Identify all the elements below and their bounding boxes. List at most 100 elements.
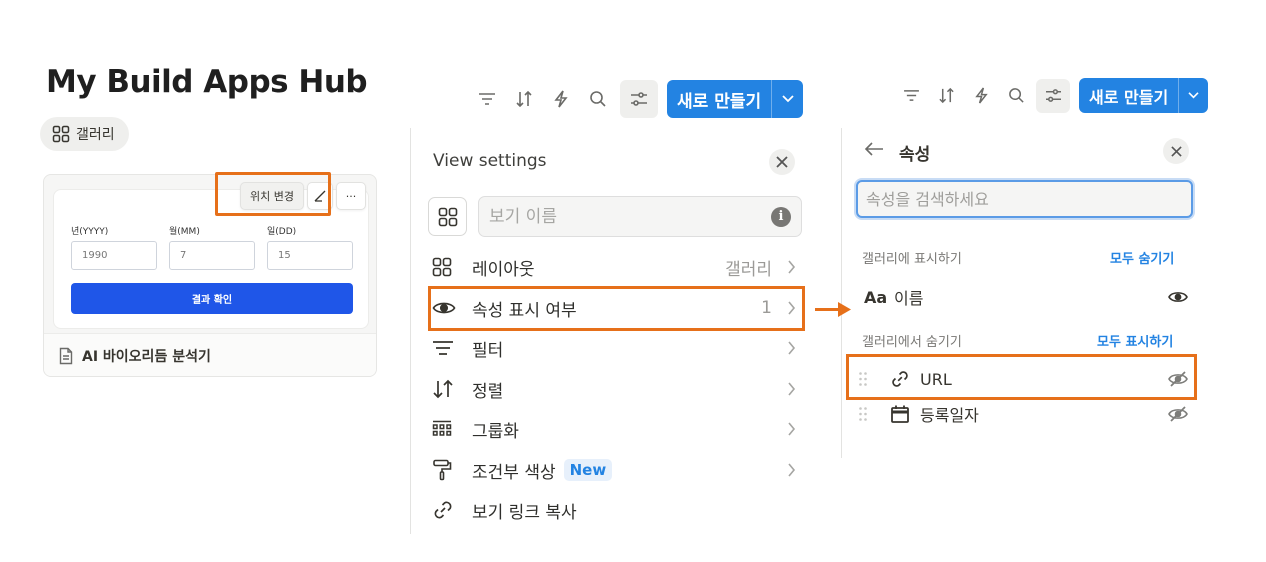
new-dropdown-button[interactable] [1178,78,1208,113]
menu-item-label: 레이아웃 [472,259,535,280]
close-icon [776,156,788,168]
menu-item-conditional-color[interactable]: 조건부 색상 New [432,452,798,488]
view-settings-title: View settings [433,151,547,171]
hidden-section-label: 갤러리에서 숨기기 [862,335,962,350]
search-icon [589,90,607,108]
automation-button[interactable] [546,84,576,114]
view-tab-label: 갤러리 [76,127,115,143]
property-search-input[interactable] [866,189,1183,209]
view-name-field[interactable]: i [478,196,802,237]
filter-icon [432,340,462,356]
new-badge: New [563,459,613,481]
menu-item-filter[interactable]: 필터 [432,330,798,366]
menu-item-label-wrap: 조건부 색상 New [472,458,784,483]
settings-sliders-icon [630,91,648,107]
gallery-grid-icon [438,207,458,227]
new-button[interactable]: 새로 만들기 [1079,78,1209,113]
view-icon-picker[interactable] [428,197,467,236]
chevron-right-icon [784,260,798,274]
highlight-move-position [215,172,331,216]
toolbar-secondary: 새로 만들기 [896,78,1209,113]
search-button[interactable] [583,84,613,114]
page-title: My Build Apps Hub [46,64,368,100]
drag-handle-icon[interactable] [858,406,868,422]
calendar-icon [890,404,910,424]
show-all-link[interactable]: 모두 표시하기 [1097,331,1173,350]
close-properties-button[interactable] [1163,138,1189,164]
properties-title: 속성 [899,145,931,165]
highlight-url-property [846,354,1197,400]
filter-icon [478,92,496,106]
menu-item-value: 갤러리 [725,259,772,280]
arrow-head-icon [838,302,851,317]
property-row-date[interactable]: 등록일자 [858,397,1188,431]
back-button[interactable] [864,140,884,158]
link-icon [432,499,462,521]
chevron-down-icon [781,94,795,104]
property-row-name[interactable]: Aa 이름 [858,280,1188,314]
menu-item-sort[interactable]: 정렬 [432,371,798,407]
form-label-day: 일(DD) [267,227,297,237]
sort-icon [515,90,533,108]
hide-all-link[interactable]: 모두 숨기기 [1110,248,1174,267]
menu-item-copy-link[interactable]: 보기 링크 복사 [432,492,798,528]
paint-roller-icon [432,459,462,481]
form-input-year[interactable]: 1990 [71,241,157,270]
group-icon [432,419,462,439]
automation-button[interactable] [966,81,996,111]
lightning-icon [974,87,989,104]
property-search-field[interactable] [856,180,1193,218]
menu-item-label: 정렬 [472,381,504,402]
search-button[interactable] [1001,81,1031,111]
menu-item-label: 필터 [472,340,504,361]
card-footer: AI 바이오리듬 분석기 [44,333,376,376]
view-settings-button[interactable] [1036,78,1070,113]
divider-right [841,128,842,458]
more-button[interactable]: ··· [336,182,366,210]
card-title: AI 바이오리듬 분석기 [82,349,211,365]
highlight-property-visibility [428,286,805,331]
chevron-right-icon [784,463,798,477]
page-icon [58,347,74,365]
eye-icon[interactable] [1168,290,1188,304]
menu-item-layout[interactable]: 레이아웃 갤러리 [432,249,798,285]
lightning-icon [553,90,569,108]
result-button[interactable]: 결과 확인 [71,283,353,314]
info-icon[interactable]: i [771,206,791,227]
form-input-day[interactable]: 15 [267,241,353,270]
new-button-label: 새로 만들기 [677,91,762,112]
gallery-grid-icon [432,257,462,277]
sort-button[interactable] [931,81,961,111]
sort-button[interactable] [509,84,539,114]
close-view-settings-button[interactable] [769,149,795,175]
new-dropdown-button[interactable] [771,80,803,118]
view-tab-gallery[interactable]: 갤러리 [40,117,129,151]
form-label-year: 년(YYYY) [71,227,109,237]
sort-icon [938,87,955,104]
menu-item-label: 보기 링크 복사 [472,502,577,523]
divider-left [410,128,411,534]
shown-section-label: 갤러리에 표시하기 [862,252,962,267]
view-settings-button[interactable] [620,80,658,118]
property-name: 등록일자 [920,406,979,425]
menu-item-label: 그룹화 [472,421,519,442]
sort-icon [432,379,462,399]
form-input-month[interactable]: 7 [169,241,255,270]
filter-button[interactable] [896,81,926,111]
menu-item-group[interactable]: 그룹화 [432,411,798,447]
settings-sliders-icon [1045,88,1062,103]
new-button-label: 새로 만들기 [1089,87,1169,107]
filter-button[interactable] [472,84,502,114]
eye-slash-icon[interactable] [1168,406,1188,422]
property-name: 이름 [894,289,924,308]
chevron-right-icon [784,422,798,436]
search-icon [1008,87,1025,104]
filter-icon [903,89,920,102]
close-icon [1170,145,1182,157]
menu-item-label: 조건부 색상 [472,462,556,483]
new-button[interactable]: 새로 만들기 [667,80,804,118]
chevron-right-icon [784,341,798,355]
toolbar-main: 새로 만들기 [472,80,804,118]
arrow-left-icon [864,140,884,158]
view-name-input[interactable] [489,206,749,227]
